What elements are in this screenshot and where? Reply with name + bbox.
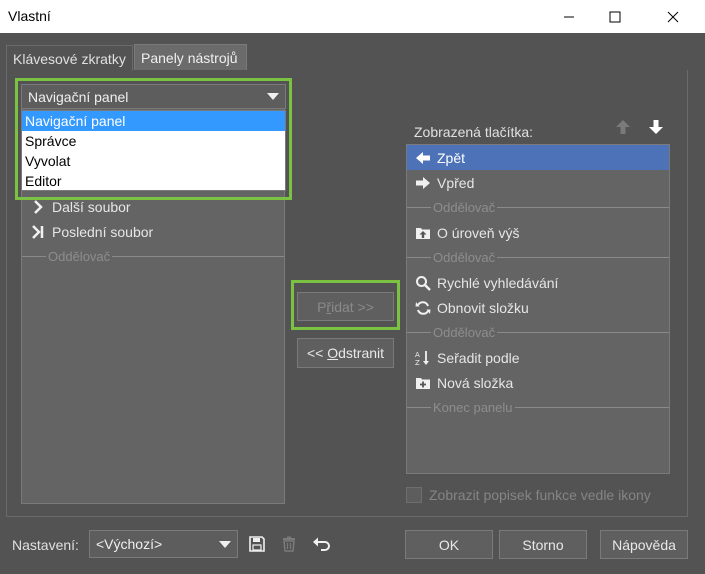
separator-label: Konec panelu <box>433 400 513 415</box>
title-bar: Vlastní <box>0 0 705 33</box>
search-icon <box>413 275 433 291</box>
arrow-left-icon <box>413 150 433 166</box>
folder-up-icon <box>413 225 433 241</box>
list-item[interactable]: Nová složka <box>407 370 669 395</box>
highlight-box <box>291 280 400 330</box>
move-up-button[interactable] <box>614 118 632 136</box>
ok-button[interactable]: OK <box>405 530 493 559</box>
separator-label: Oddělovač <box>433 250 496 265</box>
close-button[interactable] <box>650 0 696 33</box>
new-folder-icon <box>413 375 433 391</box>
show-tooltip-label: Zobrazit popisek funkce vedle ikony <box>429 487 651 503</box>
list-item-label: Vpřed <box>437 174 475 191</box>
list-item[interactable]: O úroveň výš <box>407 220 669 245</box>
refresh-icon <box>413 300 433 316</box>
reset-settings-button[interactable] <box>310 533 332 555</box>
arrow-right-icon <box>413 175 433 191</box>
settings-label: Nastavení: <box>12 537 79 553</box>
separator-item[interactable]: Oddělovač <box>407 195 669 220</box>
list-item-label: Nová složka <box>437 374 514 391</box>
separator-label: Oddělovač <box>433 325 496 340</box>
list-item[interactable]: Obnovit složku <box>407 295 669 320</box>
remove-button-label-b: dstranit <box>338 345 385 361</box>
save-settings-button[interactable] <box>246 533 268 555</box>
svg-text:Z: Z <box>415 359 420 366</box>
list-item-label: Rychlé vyhledávání <box>437 274 559 291</box>
delete-settings-button[interactable] <box>278 533 300 555</box>
remove-button-mnemonic: O <box>327 345 339 361</box>
remove-button-label-a: << <box>306 345 328 361</box>
shown-buttons-label: Zobrazená tlačítka: <box>414 124 534 140</box>
window-title: Vlastní <box>8 8 51 24</box>
skip-to-end-icon <box>28 224 48 240</box>
list-item-label: Seřadit podle <box>437 349 520 366</box>
help-button[interactable]: Nápověda <box>600 530 688 559</box>
shown-buttons-list[interactable]: Zpět Vpřed Oddělovač O úroveň výš Oddělo… <box>406 144 670 474</box>
highlight-box <box>15 78 292 200</box>
save-icon <box>249 536 265 552</box>
separator-item[interactable]: Konec panelu <box>407 395 669 420</box>
remove-button[interactable]: << Odstranit <box>297 338 394 368</box>
show-tooltip-checkbox[interactable] <box>406 487 422 503</box>
arrow-down-icon <box>649 120 663 134</box>
arrow-up-icon <box>616 120 630 134</box>
list-item[interactable]: Poslední soubor <box>22 219 284 244</box>
separator-label: Oddělovač <box>433 200 496 215</box>
cancel-button[interactable]: Storno <box>499 530 587 559</box>
separator-item[interactable]: Oddělovač <box>407 245 669 270</box>
minimize-button[interactable] <box>546 0 592 33</box>
separator-label: Oddělovač <box>48 249 111 264</box>
settings-select-value: <Výchozí> <box>96 536 163 552</box>
list-item[interactable]: Zpět <box>407 145 669 170</box>
move-down-button[interactable] <box>647 118 665 136</box>
settings-select[interactable]: <Výchozí> <box>89 530 238 558</box>
separator-item[interactable]: Oddělovač <box>22 244 284 269</box>
chevron-right-icon <box>28 199 48 215</box>
list-item[interactable]: Vpřed <box>407 170 669 195</box>
list-item-label: Obnovit složku <box>437 299 529 316</box>
list-item-label: Zpět <box>437 149 466 166</box>
undo-icon <box>313 537 330 551</box>
tab-toolbars[interactable]: Panely nástrojů <box>134 44 247 70</box>
sort-az-icon: AZ <box>413 350 433 366</box>
list-item-label: Poslední soubor <box>52 223 154 240</box>
tab-keyboard-shortcuts[interactable]: Klávesové zkratky <box>6 45 133 71</box>
minimize-icon <box>564 16 574 17</box>
chevron-down-icon <box>219 541 231 548</box>
list-item[interactable]: AZ Seřadit podle <box>407 345 669 370</box>
list-item-label: O úroveň výš <box>437 224 520 241</box>
maximize-icon <box>609 11 621 22</box>
list-item[interactable]: Rychlé vyhledávání <box>407 270 669 295</box>
separator-item[interactable]: Oddělovač <box>407 320 669 345</box>
trash-icon <box>283 536 295 552</box>
maximize-button[interactable] <box>592 0 638 33</box>
list-item-label: Další soubor <box>52 198 131 215</box>
svg-text:A: A <box>415 351 420 359</box>
close-icon <box>667 11 679 22</box>
